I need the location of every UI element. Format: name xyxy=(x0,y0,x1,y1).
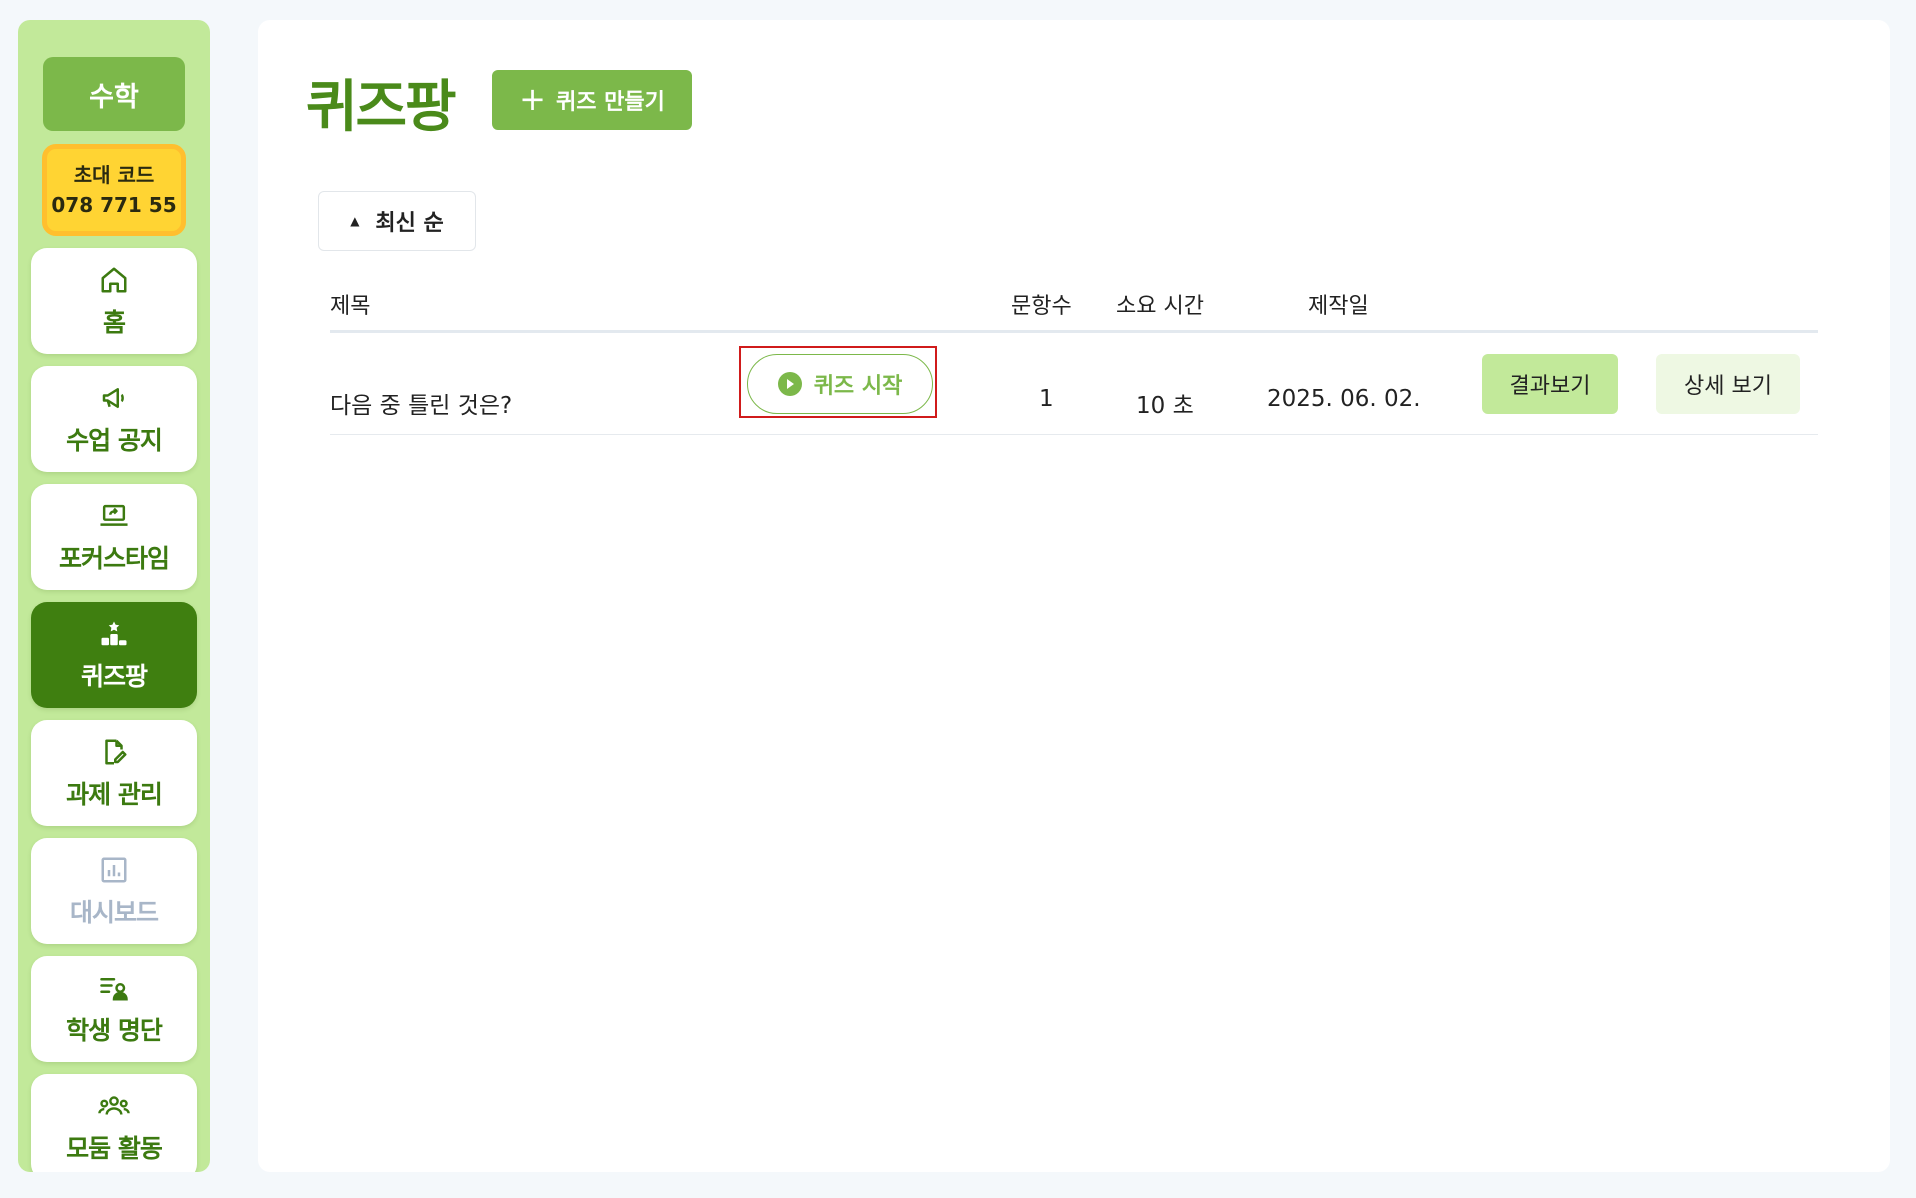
nav-label-quizpang: 퀴즈팡 xyxy=(80,662,148,691)
create-quiz-button[interactable]: + 퀴즈 만들기 xyxy=(492,70,692,130)
nav-label-focustime: 포커스타임 xyxy=(58,544,170,573)
sort-button[interactable]: ▲ 최신 순 xyxy=(318,191,476,251)
table-header-divider xyxy=(330,330,1818,333)
column-header-count: 문항수 xyxy=(1011,294,1072,319)
nav-item-home[interactable]: 홈 xyxy=(31,248,197,354)
table-row-divider xyxy=(330,434,1818,435)
question-count: 1 xyxy=(1039,386,1054,412)
student-list-icon xyxy=(97,971,131,1005)
column-header-time: 소요 시간 xyxy=(1116,294,1204,319)
megaphone-icon xyxy=(97,381,131,415)
nav-label-home: 홈 xyxy=(102,308,126,337)
nav-item-students[interactable]: 학생 명단 xyxy=(31,956,197,1062)
chart-icon xyxy=(97,853,131,887)
column-header-date: 제작일 xyxy=(1308,294,1369,319)
start-quiz-button[interactable]: 퀴즈 시작 xyxy=(747,354,933,414)
quiz-title: 다음 중 틀린 것은? xyxy=(330,393,513,419)
nav-item-dashboard[interactable]: 대시보드 xyxy=(31,838,197,944)
podium-icon xyxy=(97,617,131,651)
document-edit-icon xyxy=(97,735,131,769)
nav-label-group-activity: 모둠 활동 xyxy=(66,1134,163,1163)
main-panel: 퀴즈팡 + 퀴즈 만들기 ▲ 최신 순 제목 문항수 소요 시간 제작일 다음 … xyxy=(258,20,1890,1172)
column-header-title: 제목 xyxy=(330,294,371,319)
caret-up-icon: ▲ xyxy=(350,214,360,228)
group-icon xyxy=(97,1089,131,1123)
nav-label-assignments: 과제 관리 xyxy=(66,780,163,809)
time-limit: 10 초 xyxy=(1136,393,1194,419)
invite-code-label: 초대 코드 xyxy=(73,163,155,187)
nav-item-assignments[interactable]: 과제 관리 xyxy=(31,720,197,826)
home-icon xyxy=(97,263,131,297)
created-date: 2025. 06. 02. xyxy=(1267,386,1421,412)
invite-code-value: 078 771 55 xyxy=(51,193,177,217)
nav-label-dashboard: 대시보드 xyxy=(69,898,159,927)
plus-icon: + xyxy=(519,79,546,118)
view-details-button[interactable]: 상세 보기 xyxy=(1656,354,1800,414)
view-results-button[interactable]: 결과보기 xyxy=(1482,354,1618,414)
page-title: 퀴즈팡 xyxy=(306,75,457,140)
nav-item-focustime[interactable]: 포커스타임 xyxy=(31,484,197,590)
class-name-badge[interactable]: 수학 xyxy=(43,57,185,131)
nav-item-group-activity[interactable]: 모둠 활동 xyxy=(31,1074,197,1172)
laptop-icon xyxy=(97,499,131,533)
nav-item-quizpang[interactable]: 퀴즈팡 xyxy=(31,602,197,708)
invite-code-card[interactable]: 초대 코드 078 771 55 xyxy=(42,144,186,236)
start-quiz-label: 퀴즈 시작 xyxy=(813,374,903,399)
nav-label-students: 학생 명단 xyxy=(66,1016,163,1045)
sort-label: 최신 순 xyxy=(375,211,444,236)
create-quiz-label: 퀴즈 만들기 xyxy=(555,90,665,115)
nav-label-notice: 수업 공지 xyxy=(66,426,163,455)
sidebar: 수학 초대 코드 078 771 55 홈 수업 공지 포커스타임 퀴즈팡 과제… xyxy=(18,20,210,1172)
play-icon xyxy=(777,372,802,396)
nav-item-notice[interactable]: 수업 공지 xyxy=(31,366,197,472)
